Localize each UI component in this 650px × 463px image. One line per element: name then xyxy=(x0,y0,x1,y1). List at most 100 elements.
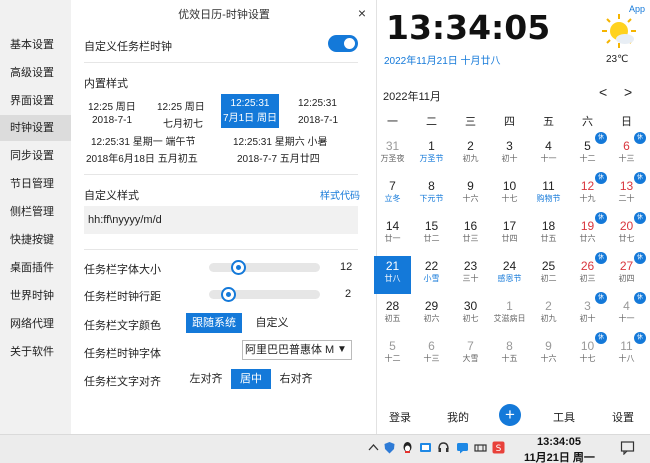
headphones-icon[interactable] xyxy=(437,441,450,454)
prev-month-button[interactable]: < xyxy=(599,84,607,100)
slider-thumb[interactable] xyxy=(231,260,246,275)
login-button[interactable]: 登录 xyxy=(389,409,411,425)
next-month-button[interactable]: > xyxy=(624,84,632,100)
chevron-up-icon[interactable] xyxy=(367,441,380,454)
sidebar-item-interface[interactable]: 界面设置 xyxy=(0,88,71,114)
style-option[interactable]: 2018-7-7 五月廿四 xyxy=(237,150,320,165)
calendar-day[interactable]: 25 初二 xyxy=(530,256,567,294)
calendar-day[interactable]: 28 初五 xyxy=(374,296,411,334)
sidebar-item-holidays[interactable]: 节日管理 xyxy=(0,171,71,197)
align-left-button[interactable]: 左对齐 xyxy=(186,369,226,389)
style-option[interactable]: 2018年6月18日 五月初五 xyxy=(86,150,198,165)
calendar-day[interactable]: 16 廿三 xyxy=(452,216,489,254)
shield-icon[interactable] xyxy=(383,441,396,454)
notification-icon[interactable] xyxy=(620,440,635,456)
calendar-day[interactable]: 20 廿七休 xyxy=(608,212,646,254)
custom-style-input[interactable]: hh:ff\nyyyy/m/d xyxy=(84,206,358,234)
sidebar-item-desktop-plugins[interactable]: 桌面插件 xyxy=(0,255,71,281)
color-custom-button[interactable]: 自定义 xyxy=(248,313,296,333)
calendar-day[interactable]: 27 初四休 xyxy=(608,252,646,294)
line-spacing-slider[interactable] xyxy=(209,287,320,302)
calendar-day[interactable]: 8 十五 xyxy=(491,336,528,374)
style-option-selected[interactable]: 12:25:31 7月1日 周日 xyxy=(221,94,279,128)
calendar-day[interactable]: 10 十七 xyxy=(491,176,528,214)
style-code-link[interactable]: 样式代码 xyxy=(320,187,360,202)
calendar-day[interactable]: 11 购物节 xyxy=(530,176,567,214)
sidebar-item-about[interactable]: 关于软件 xyxy=(0,339,71,365)
style-option[interactable]: 12:25:31 星期一 端午节 xyxy=(91,133,195,148)
calendar-day[interactable]: 5 十二休 xyxy=(569,132,607,174)
style-option[interactable]: 2018-7-1 xyxy=(92,115,132,126)
style-option[interactable]: 七月初七 xyxy=(163,115,203,130)
calendar-day[interactable]: 30 初七 xyxy=(452,296,489,334)
calendar-day[interactable]: 10 十七休 xyxy=(569,332,607,374)
sidebar-item-clock[interactable]: 时钟设置 xyxy=(0,115,71,141)
calendar-day[interactable]: 14 廿一 xyxy=(374,216,411,254)
calendar-day[interactable]: 11 十八休 xyxy=(608,332,646,374)
calendar-day[interactable]: 2 初九 xyxy=(530,296,567,334)
calendar-day[interactable]: 6 十三 xyxy=(413,336,450,374)
close-icon[interactable]: × xyxy=(354,5,370,21)
add-button[interactable]: + xyxy=(499,404,521,426)
calendar-day[interactable]: 22 小雪 xyxy=(413,256,450,294)
calendar-day[interactable]: 7 大雪 xyxy=(452,336,489,374)
settings-button[interactable]: 设置 xyxy=(612,409,634,425)
calendar-day[interactable]: 9 十六 xyxy=(452,176,489,214)
calendar-day[interactable]: 24 感恩节 xyxy=(491,256,528,294)
sidebar-item-sync[interactable]: 同步设置 xyxy=(0,143,71,169)
app-tray-icon[interactable] xyxy=(419,441,432,454)
mine-button[interactable]: 我的 xyxy=(447,409,469,425)
qq-penguin-icon[interactable] xyxy=(401,441,414,454)
calendar-day[interactable]: 3 初十 xyxy=(491,136,528,174)
calendar-day[interactable]: 17 廿四 xyxy=(491,216,528,254)
tools-button[interactable]: 工具 xyxy=(553,409,575,425)
calendar-day[interactable]: 13 二十休 xyxy=(608,172,646,214)
calendar-day[interactable]: 15 廿二 xyxy=(413,216,450,254)
sunny-weather-icon[interactable] xyxy=(600,12,638,50)
calendar-day[interactable]: 18 廿五 xyxy=(530,216,567,254)
style-option[interactable]: 12:25 周日 xyxy=(157,98,205,113)
calendar-day[interactable]: 31 万圣夜 xyxy=(374,136,411,174)
clock-font-select[interactable]: 阿里巴巴普惠体 M ▼ xyxy=(242,340,352,360)
calendar-day[interactable]: 6 十三休 xyxy=(608,132,646,174)
message-icon[interactable] xyxy=(456,441,469,454)
calendar-day[interactable]: 2 初九 xyxy=(452,136,489,174)
input-method-icon[interactable]: S xyxy=(492,441,505,454)
custom-clock-toggle[interactable] xyxy=(328,35,358,52)
network-icon[interactable] xyxy=(474,441,487,454)
taskbar-clock[interactable]: 13:34:05 xyxy=(537,436,581,448)
calendar-day[interactable]: 1 艾滋病日 xyxy=(491,296,528,334)
align-right-button[interactable]: 右对齐 xyxy=(276,369,316,389)
style-option[interactable]: 2018-7-1 xyxy=(298,115,338,126)
style-option[interactable]: 12:25:31 星期六 小暑 xyxy=(233,133,327,148)
calendar-day[interactable]: 29 初六 xyxy=(413,296,450,334)
slider-thumb[interactable] xyxy=(221,287,236,302)
calendar-day[interactable]: 8 下元节 xyxy=(413,176,450,214)
sidebar-item-proxy[interactable]: 网络代理 xyxy=(0,311,71,337)
calendar-day[interactable]: 19 廿六休 xyxy=(569,212,607,254)
sidebar-item-hotkeys[interactable]: 快捷按键 xyxy=(0,227,71,253)
calendar-day[interactable]: 4 十一休 xyxy=(608,292,646,334)
sidebar-item-sidebar-manage[interactable]: 侧栏管理 xyxy=(0,199,71,225)
calendar-day[interactable]: 9 十六 xyxy=(530,336,567,374)
calendar-day[interactable]: 12 十九休 xyxy=(569,172,607,214)
calendar-day-today[interactable]: 21 廿八 xyxy=(374,256,411,294)
calendar-day[interactable]: 4 十一 xyxy=(530,136,567,174)
calendar-day[interactable]: 3 初十休 xyxy=(569,292,607,334)
taskbar-date[interactable]: 11月21日 周一 xyxy=(524,449,595,463)
style-option[interactable]: 12:25 周日 xyxy=(88,98,136,113)
calendar-day[interactable]: 26 初三休 xyxy=(569,252,607,294)
calendar-day[interactable]: 7 立冬 xyxy=(374,176,411,214)
sidebar-item-basic[interactable]: 基本设置 xyxy=(0,32,71,58)
sidebar-item-advanced[interactable]: 高级设置 xyxy=(0,60,71,86)
font-size-slider[interactable] xyxy=(209,260,320,275)
sidebar-item-world-clock[interactable]: 世界时钟 xyxy=(0,283,71,309)
color-follow-system-button[interactable]: 跟随系统 xyxy=(186,313,242,333)
day-number: 22 xyxy=(424,259,439,273)
calendar-month[interactable]: 2022年11月 xyxy=(383,88,441,104)
calendar-day[interactable]: 1 万圣节 xyxy=(413,136,450,174)
style-option[interactable]: 12:25:31 xyxy=(298,98,337,109)
calendar-day[interactable]: 23 三十 xyxy=(452,256,489,294)
calendar-day[interactable]: 5 十二 xyxy=(374,336,411,374)
align-center-button[interactable]: 居中 xyxy=(231,369,271,389)
